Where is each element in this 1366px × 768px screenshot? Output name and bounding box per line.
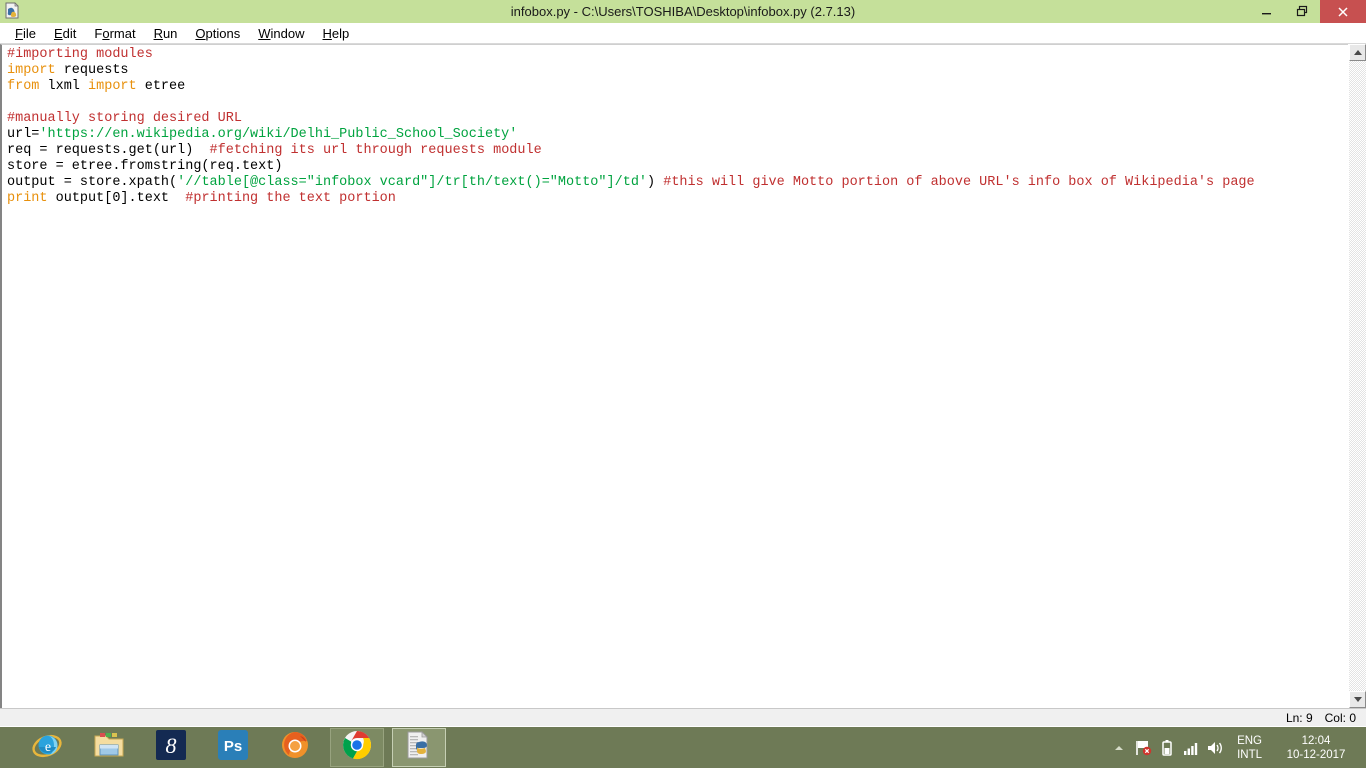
code-token: store = etree.fromstring(req.text) — [7, 159, 283, 174]
menu-item-window[interactable]: Window — [249, 24, 313, 43]
chevron-up-icon — [1353, 50, 1362, 55]
code-token: #printing the text portion — [185, 191, 396, 206]
firefox-icon — [279, 729, 311, 766]
taskbar-item-internet-explorer[interactable]: e — [20, 728, 74, 767]
clock-time: 12:04 — [1301, 734, 1331, 747]
status-line-indicator: Ln: 9 — [1285, 710, 1313, 725]
code-token: #manually storing desired URL — [7, 111, 242, 126]
internet-explorer-icon: e — [30, 728, 64, 767]
menu-item-format[interactable]: Format — [85, 24, 144, 43]
code-token: #this will give Motto portion of above U… — [663, 175, 1255, 190]
desktop-root: infobox.py - C:\Users\TOSHIBA\Desktop\in… — [0, 0, 1366, 768]
code-token: #fetching its url through requests modul… — [209, 143, 542, 158]
menubar: File Edit Format Run Options Window Help — [0, 23, 1366, 44]
taskbar-item-firefox[interactable] — [268, 728, 322, 767]
restore-button[interactable] — [1284, 0, 1320, 23]
window-titlebar[interactable]: infobox.py - C:\Users\TOSHIBA\Desktop\in… — [0, 0, 1366, 23]
window-title: infobox.py - C:\Users\TOSHIBA\Desktop\in… — [510, 4, 856, 19]
volume-speaker-icon[interactable] — [1203, 727, 1227, 768]
eight-app-icon: 8 — [155, 729, 187, 766]
menu-item-file[interactable]: File — [6, 24, 45, 43]
code-token: from — [7, 79, 40, 94]
taskbar-item-photoshop[interactable]: Ps — [206, 728, 260, 767]
battery-icon[interactable] — [1155, 727, 1179, 768]
menu-item-run[interactable]: Run — [145, 24, 187, 43]
show-hidden-icons-button[interactable] — [1107, 727, 1131, 768]
menu-item-options[interactable]: Options — [186, 24, 249, 43]
file-explorer-icon — [92, 729, 126, 766]
taskbar-item-python-idle[interactable] — [392, 728, 446, 767]
network-signal-icon[interactable] — [1179, 727, 1203, 768]
code-token: ) — [647, 175, 664, 190]
chevron-down-icon — [1353, 697, 1362, 702]
code-token: etree — [136, 79, 186, 94]
action-center-flag-icon[interactable] — [1131, 727, 1155, 768]
language-line-1: ENG — [1237, 734, 1262, 747]
photoshop-icon: Ps — [218, 730, 248, 765]
taskbar-item-eight-app[interactable]: 8 — [144, 728, 198, 767]
svg-text:e: e — [45, 740, 51, 755]
code-token: req = requests.get(url) — [7, 143, 210, 158]
code-text[interactable]: #importing modules import requests from … — [2, 45, 1348, 207]
code-token: print — [7, 191, 48, 206]
code-token: lxml — [39, 79, 89, 94]
clock-date-text: 10-12-2017 — [1286, 748, 1346, 761]
taskbar-items: e 8 Ps — [20, 727, 454, 768]
statusbar: Ln: 9 Col: 0 — [0, 708, 1366, 726]
clock-date[interactable]: 12:04 10-12-2017 — [1280, 734, 1352, 762]
window-controls — [1248, 0, 1366, 23]
taskbar-item-file-explorer[interactable] — [82, 728, 136, 767]
system-tray: ENG INTL 12:04 10-12-2017 — [1107, 727, 1366, 768]
scroll-up-button[interactable] — [1349, 44, 1366, 61]
language-indicator[interactable]: ENG INTL — [1237, 734, 1262, 762]
menu-item-edit[interactable]: Edit — [45, 24, 85, 43]
code-token: 'https://en.wikipedia.org/wiki/Delhi_Pub… — [39, 127, 518, 142]
language-line-2: INTL — [1237, 748, 1262, 761]
python-idle-icon — [403, 729, 435, 766]
code-editor[interactable]: #importing modules import requests from … — [0, 44, 1348, 708]
minimize-button[interactable] — [1248, 0, 1284, 23]
code-token: #importing modules — [7, 47, 153, 62]
code-token: output = store.xpath( — [7, 175, 178, 190]
close-button[interactable] — [1320, 0, 1366, 23]
code-token: '//table[@class="infobox vcard"]/tr[th/t… — [177, 175, 648, 190]
scroll-down-button[interactable] — [1349, 691, 1366, 708]
svg-text:Ps: Ps — [224, 738, 242, 755]
code-token: import — [88, 79, 137, 94]
code-token: url= — [7, 127, 40, 142]
menu-item-help[interactable]: Help — [314, 24, 359, 43]
python-file-icon[interactable] — [2, 1, 24, 23]
svg-text:8: 8 — [166, 733, 177, 758]
code-token: requests — [55, 63, 129, 78]
taskbar-item-chrome[interactable] — [330, 728, 384, 767]
chrome-icon — [341, 729, 373, 766]
code-token: import — [7, 63, 56, 78]
status-col-indicator: Col: 0 — [1324, 710, 1356, 725]
code-token: output[0].text — [47, 191, 186, 206]
vertical-scrollbar[interactable] — [1348, 44, 1366, 708]
editor-area: #importing modules import requests from … — [0, 44, 1366, 708]
